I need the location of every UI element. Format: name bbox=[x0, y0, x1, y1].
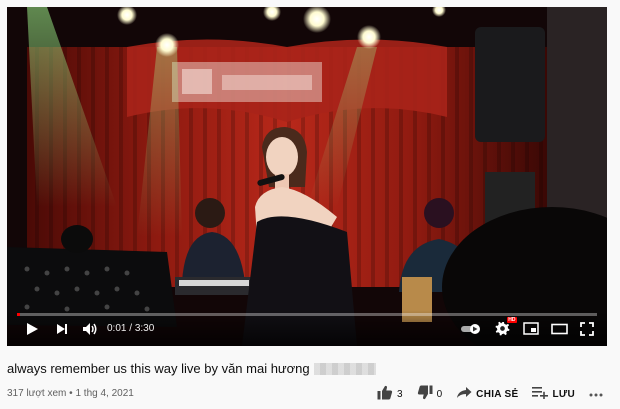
next-button[interactable] bbox=[53, 322, 71, 340]
next-icon bbox=[55, 322, 69, 341]
video-meta: 317 lượt xem • 1 thg 4, 2021 bbox=[7, 388, 134, 399]
duration: 3:30 bbox=[134, 323, 155, 334]
share-icon bbox=[456, 386, 472, 402]
player-controls: 0:01 / 3:30 HD bbox=[7, 310, 607, 346]
view-count: 317 lượt xem bbox=[7, 388, 67, 399]
video-player[interactable]: 0:01 / 3:30 HD bbox=[7, 7, 607, 346]
save-button[interactable]: LƯU bbox=[532, 386, 575, 402]
fullscreen-button[interactable] bbox=[577, 321, 597, 341]
current-time: 0:01 bbox=[107, 323, 127, 334]
save-label: LƯU bbox=[552, 388, 575, 400]
volume-button[interactable] bbox=[81, 322, 99, 340]
action-bar: 3 0 CHIA SẺ LƯU bbox=[377, 384, 603, 404]
gear-icon: HD bbox=[494, 317, 517, 341]
video-frame[interactable] bbox=[7, 7, 607, 346]
theater-icon bbox=[550, 322, 568, 340]
video-title: always remember us this way live by văn … bbox=[7, 361, 376, 376]
theater-mode-button[interactable] bbox=[549, 322, 569, 340]
play-icon bbox=[25, 322, 39, 341]
redacted-text bbox=[313, 362, 376, 375]
volume-icon bbox=[82, 322, 98, 341]
video-title-text: always remember us this way live by văn … bbox=[7, 361, 310, 376]
settings-button[interactable]: HD bbox=[493, 317, 517, 341]
autoplay-toggle[interactable] bbox=[460, 322, 482, 340]
playlist-add-icon bbox=[532, 386, 549, 402]
share-label: CHIA SẺ bbox=[476, 388, 519, 400]
thumbs-down-icon bbox=[417, 385, 433, 403]
hd-badge: HD bbox=[507, 317, 517, 323]
time-separator: / bbox=[126, 323, 135, 334]
miniplayer-icon bbox=[523, 322, 539, 340]
play-button[interactable] bbox=[23, 322, 41, 340]
progress-bar[interactable] bbox=[17, 313, 597, 316]
miniplayer-button[interactable] bbox=[521, 322, 541, 340]
dislike-button[interactable]: 0 bbox=[417, 385, 443, 403]
more-actions-button[interactable] bbox=[589, 389, 603, 400]
autoplay-toggle-icon bbox=[460, 322, 482, 340]
thumbs-up-icon bbox=[377, 385, 393, 403]
like-button[interactable]: 3 bbox=[377, 385, 403, 403]
share-button[interactable]: CHIA SẺ bbox=[456, 386, 518, 402]
more-icon bbox=[589, 389, 603, 400]
dislike-count: 0 bbox=[436, 388, 443, 400]
fullscreen-icon bbox=[580, 321, 594, 341]
progress-fill bbox=[17, 313, 20, 316]
upload-date: 1 thg 4, 2021 bbox=[75, 388, 134, 399]
like-count: 3 bbox=[397, 388, 403, 400]
time-display: 0:01 / 3:30 bbox=[107, 323, 154, 334]
